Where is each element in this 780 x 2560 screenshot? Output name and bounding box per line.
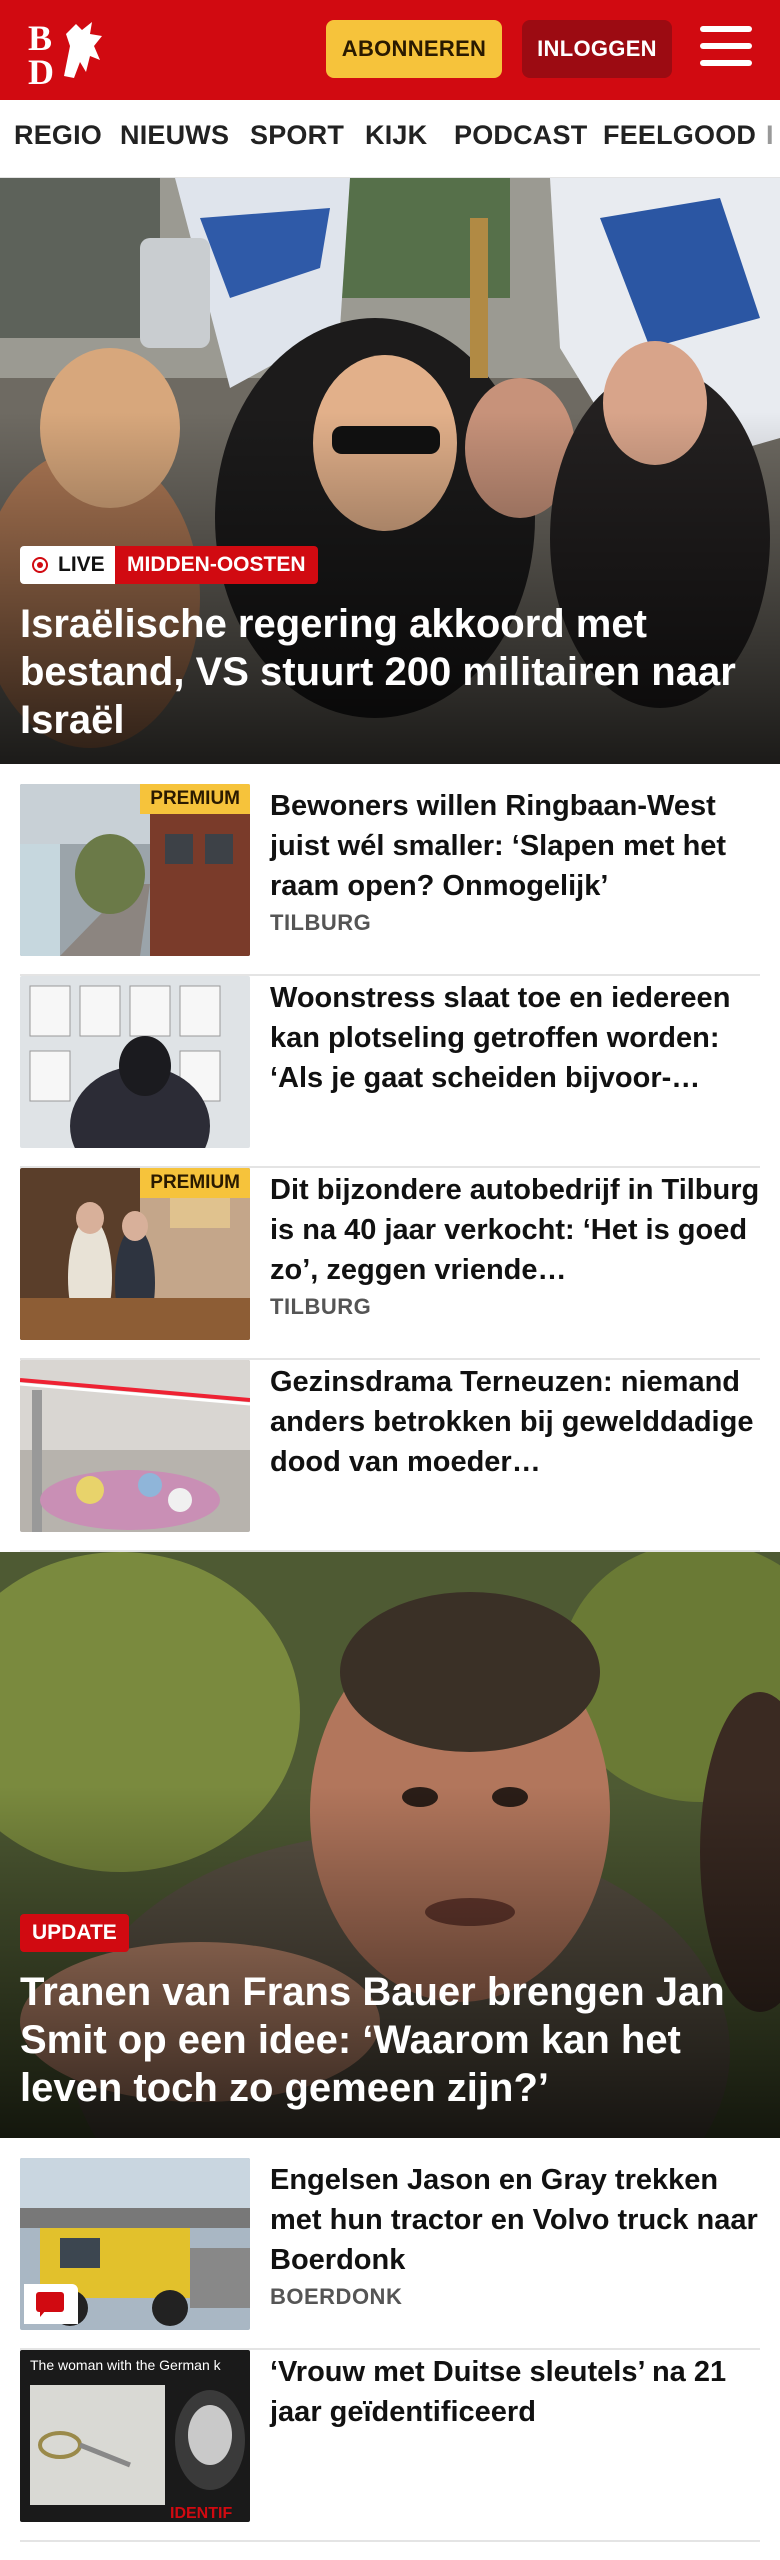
hero-article-frans-bauer[interactable]: UPDATE Tranen van Frans Bauer brengen Ja… [0, 1552, 780, 2138]
article-location: TILBURG [270, 1294, 372, 1319]
comment-icon [24, 2284, 78, 2324]
subscribe-button[interactable]: ABONNEREN [326, 20, 502, 78]
premium-badge: PREMIUM [140, 1168, 250, 1198]
article-title[interactable]: Dit bijzondere autobedrijf in Tilburg is… [270, 1170, 760, 1290]
hero-headline[interactable]: Tranen van Frans Bauer brengen Jan Smit … [20, 1968, 760, 2112]
list-item[interactable]: Engelsen Jason en Gray trekken met hun t… [20, 2158, 760, 2350]
thumb-caption: The woman with the German k [30, 2357, 222, 2373]
live-dot-icon [32, 557, 48, 573]
nav-item-kijk[interactable]: KIJK [365, 120, 427, 151]
article-thumbnail [20, 1360, 250, 1532]
article-location: TILBURG [270, 910, 372, 935]
category-badge: MIDDEN-OOSTEN [115, 546, 318, 584]
section-nav: REGIO NIEUWS SPORT KIJK PODCAST FEELGOOD… [0, 100, 780, 178]
article-title[interactable]: ‘Vrouw met Duitse sleutels’ na 21 jaar g… [270, 2352, 760, 2432]
nav-item-feelgood[interactable]: FEELGOOD [603, 120, 756, 151]
article-title[interactable]: Bewoners willen Ringbaan-West juist wél … [270, 786, 760, 906]
thumb-stamp: IDENTIF [170, 2505, 232, 2522]
hamburger-menu-icon[interactable] [700, 26, 752, 72]
article-title[interactable]: Engelsen Jason en Gray trekken met hun t… [270, 2160, 760, 2280]
article-title[interactable]: Woonstress slaat toe en iedereen kan plo… [270, 978, 760, 1098]
update-badge: UPDATE [20, 1914, 129, 1952]
bd-logo[interactable]: B D [26, 16, 116, 86]
login-button[interactable]: INLOGGEN [522, 20, 672, 78]
article-title[interactable]: Gezinsdrama Terneuzen: niemand anders be… [270, 1362, 760, 1482]
svg-text:D: D [28, 52, 54, 86]
premium-badge: PREMIUM [140, 784, 250, 814]
nav-item-podcast[interactable]: PODCAST [454, 120, 587, 151]
live-badge: LIVE [20, 546, 117, 584]
list-item[interactable]: The woman with the German k IDENTIF ‘Vro… [20, 2350, 760, 2542]
nav-item-sport[interactable]: SPORT [250, 120, 344, 151]
nav-item-regio[interactable]: REGIO [14, 120, 102, 151]
article-thumbnail: PREMIUM [20, 1168, 250, 1340]
article-location: BOERDONK [270, 2284, 403, 2309]
list-item[interactable]: Gezinsdrama Terneuzen: niemand anders be… [20, 1360, 760, 1552]
hero-headline[interactable]: Israëlische regering akkoord met bestand… [20, 600, 760, 744]
article-thumbnail [20, 976, 250, 1148]
article-thumbnail: The woman with the German k IDENTIF [20, 2350, 250, 2522]
article-thumbnail [20, 2158, 250, 2330]
nav-item-overflow[interactable]: I [766, 120, 774, 151]
list-item[interactable]: PREMIUM Bewoners willen Ringbaan-West ju… [20, 784, 760, 976]
list-item[interactable]: Woonstress slaat toe en iedereen kan plo… [20, 976, 760, 1168]
hero-article-israel[interactable]: LIVE MIDDEN-OOSTEN Israëlische regering … [0, 178, 780, 764]
nav-item-nieuws[interactable]: NIEUWS [120, 120, 229, 151]
list-item[interactable]: PREMIUM Dit bijzondere autobedrijf in Ti… [20, 1168, 760, 1360]
site-header: B D ABONNEREN INLOGGEN [0, 0, 780, 100]
article-thumbnail: PREMIUM [20, 784, 250, 956]
